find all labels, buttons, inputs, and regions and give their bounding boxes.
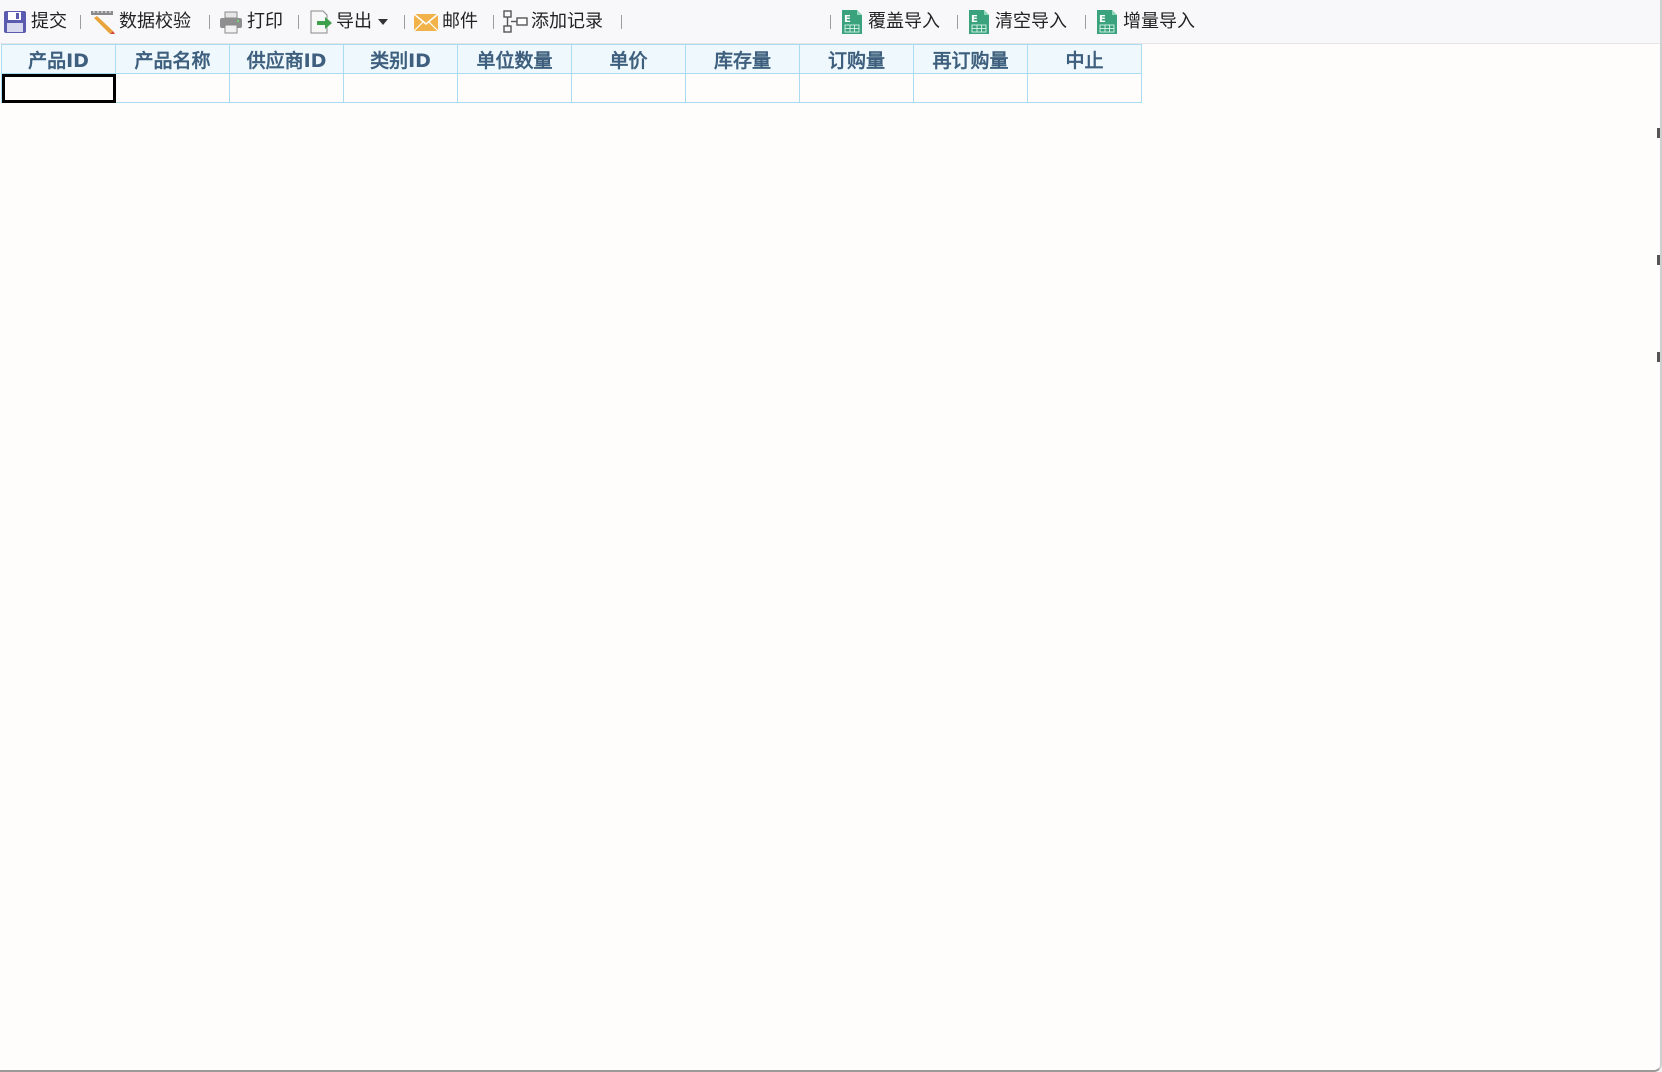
toolbar-separator — [80, 15, 81, 29]
column-header-units-on-order[interactable]: 订购量 — [799, 44, 914, 74]
print-label: 打印 — [247, 11, 283, 32]
printer-icon — [220, 11, 242, 34]
grid-body — [1, 73, 1142, 103]
toolbar-separator — [209, 15, 210, 29]
grid-cell[interactable] — [1027, 73, 1142, 103]
column-header-product-name[interactable]: 产品名称 — [115, 44, 230, 74]
overwrite-import-label: 覆盖导入 — [868, 11, 940, 32]
column-header-quantity-per-unit[interactable]: 单位数量 — [457, 44, 572, 74]
window-edge-mark — [1657, 255, 1660, 265]
toolbar-separator — [830, 15, 831, 29]
envelope-icon — [413, 13, 439, 32]
submit-button[interactable]: 提交 — [2, 8, 67, 36]
add-record-button[interactable]: 添加记录 — [502, 8, 603, 36]
chevron-down-icon[interactable] — [378, 19, 388, 25]
column-header-product-id[interactable]: 产品ID — [1, 44, 116, 74]
incremental-import-label: 增量导入 — [1123, 11, 1195, 32]
excel-icon: E — [969, 10, 989, 34]
export-icon — [310, 10, 332, 34]
toolbar-separator — [957, 15, 958, 29]
column-header-reorder-level[interactable]: 再订购量 — [913, 44, 1028, 74]
column-header-discontinued[interactable]: 中止 — [1027, 44, 1142, 74]
svg-text:E: E — [844, 14, 851, 25]
pencil-ruler-icon — [91, 11, 115, 34]
report-window: 提交 数据校验 打印 导出 邮件 添加记录 E 覆盖导入 E 清空导入 E 增量… — [0, 0, 1662, 1072]
submit-label: 提交 — [31, 11, 67, 32]
table-row — [1, 73, 1142, 103]
grid-header: 产品ID 产品名称 供应商ID 类别ID 单位数量 单价 库存量 订购量 再订购… — [1, 44, 1142, 74]
validate-button[interactable]: 数据校验 — [90, 8, 191, 36]
add-record-label: 添加记录 — [531, 11, 603, 32]
grid-cell[interactable] — [913, 73, 1028, 103]
export-label: 导出 — [336, 11, 372, 32]
clear-import-label: 清空导入 — [995, 11, 1067, 32]
grid-cell[interactable] — [685, 73, 800, 103]
clear-import-button[interactable]: E 清空导入 — [966, 8, 1067, 36]
svg-text:E: E — [1099, 14, 1106, 25]
validate-label: 数据校验 — [119, 11, 191, 32]
incremental-import-button[interactable]: E 增量导入 — [1094, 8, 1195, 36]
grid-cell-selected[interactable] — [1, 73, 116, 103]
excel-icon: E — [842, 10, 862, 34]
grid-cell[interactable] — [457, 73, 572, 103]
excel-icon: E — [1097, 10, 1117, 34]
grid-cell[interactable] — [799, 73, 914, 103]
toolbar-separator — [621, 15, 622, 29]
print-button[interactable]: 打印 — [218, 8, 283, 36]
grid-cell[interactable] — [229, 73, 344, 103]
data-grid: 产品ID 产品名称 供应商ID 类别ID 单位数量 单价 库存量 订购量 再订购… — [1, 44, 1142, 103]
export-button[interactable]: 导出 — [307, 8, 388, 36]
svg-text:E: E — [971, 14, 978, 25]
toolbar: 提交 数据校验 打印 导出 邮件 添加记录 E 覆盖导入 E 清空导入 E 增量… — [0, 0, 1660, 44]
overwrite-import-button[interactable]: E 覆盖导入 — [839, 8, 940, 36]
column-header-category-id[interactable]: 类别ID — [343, 44, 458, 74]
grid-cell[interactable] — [115, 73, 230, 103]
grid-cell[interactable] — [571, 73, 686, 103]
toolbar-separator — [404, 15, 405, 29]
window-edge-mark — [1657, 128, 1660, 138]
grid-cell[interactable] — [343, 73, 458, 103]
add-record-icon — [503, 10, 528, 33]
toolbar-separator — [1085, 15, 1086, 29]
window-edge-mark — [1657, 352, 1660, 362]
column-header-units-in-stock[interactable]: 库存量 — [685, 44, 800, 74]
column-header-supplier-id[interactable]: 供应商ID — [229, 44, 344, 74]
column-header-unit-price[interactable]: 单价 — [571, 44, 686, 74]
mail-button[interactable]: 邮件 — [413, 8, 478, 36]
save-icon — [4, 11, 26, 33]
grid-header-row: 产品ID 产品名称 供应商ID 类别ID 单位数量 单价 库存量 订购量 再订购… — [1, 44, 1142, 74]
mail-label: 邮件 — [442, 11, 478, 32]
toolbar-separator — [298, 15, 299, 29]
toolbar-separator — [493, 15, 494, 29]
